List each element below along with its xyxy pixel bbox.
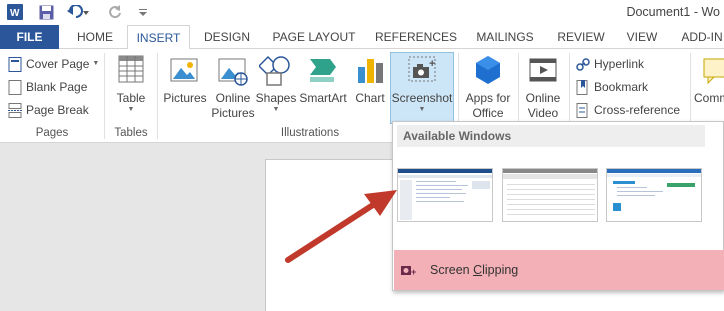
page-break-icon <box>8 102 22 118</box>
window-thumbnail[interactable] <box>502 168 598 222</box>
online-pictures-icon <box>218 58 248 86</box>
group-label-tables: Tables <box>114 127 148 139</box>
chart-button[interactable]: Chart <box>351 53 389 106</box>
tab-references[interactable]: REFERENCES <box>372 25 460 49</box>
cross-reference-label: Cross-reference <box>594 103 681 117</box>
hyperlink-label: Hyperlink <box>594 57 645 71</box>
chart-label: Chart <box>355 91 385 105</box>
shapes-icon <box>259 55 290 86</box>
comment-label: Comm <box>694 91 724 105</box>
screen-clipping-icon: + <box>401 266 416 277</box>
group-separator <box>157 53 158 139</box>
bookmark-icon <box>576 79 588 95</box>
page-break-label: Page Break <box>26 103 89 117</box>
online-video-icon <box>529 58 557 82</box>
tab-add-ins[interactable]: ADD-IN <box>674 25 724 49</box>
cover-page-label: Cover Page <box>26 57 90 71</box>
screenshot-label: Screenshot <box>391 91 453 105</box>
apps-for-office-label-2: Office <box>472 106 504 120</box>
tab-file[interactable]: FILE <box>0 25 59 49</box>
blank-page-icon <box>8 79 22 95</box>
table-button[interactable]: Table ▼ <box>110 53 152 114</box>
apps-for-office-label-1: Apps for <box>465 91 511 105</box>
online-video-label-2: Video <box>527 106 559 120</box>
customize-qat-icon[interactable] <box>136 3 150 21</box>
screen-clipping-label: Screen Clipping <box>430 263 519 277</box>
smartart-button[interactable]: SmartArt <box>297 53 349 106</box>
comment-button[interactable]: Comm <box>694 53 724 106</box>
chart-icon <box>358 59 383 83</box>
smartart-icon <box>310 59 336 82</box>
undo-icon[interactable] <box>66 3 90 21</box>
screenshot-dropdown: Available Windows + Screen Clipping <box>392 121 724 291</box>
screenshot-button[interactable]: + Screenshot ▼ <box>390 52 454 124</box>
online-pictures-label-1: Online <box>215 91 251 105</box>
table-icon <box>118 55 144 83</box>
ribbon-tabs: FILE HOME INSERT DESIGN PAGE LAYOUT REFE… <box>0 25 724 50</box>
hyperlink-button[interactable]: Hyperlink <box>576 54 644 74</box>
redo-icon[interactable] <box>106 3 124 21</box>
apps-store-icon <box>476 56 500 84</box>
cross-reference-button[interactable]: Cross-reference <box>576 100 680 120</box>
group-label-pages: Pages <box>35 127 69 139</box>
bookmark-button[interactable]: Bookmark <box>576 77 648 97</box>
cross-reference-icon <box>576 102 588 118</box>
blank-page-button[interactable]: Blank Page <box>8 77 87 97</box>
svg-text:+: + <box>429 58 435 70</box>
page-break-button[interactable]: Page Break <box>8 100 89 120</box>
online-pictures-label-2: Pictures <box>211 106 255 120</box>
blank-page-label: Blank Page <box>26 80 88 94</box>
smartart-label: SmartArt <box>299 91 347 105</box>
comment-icon <box>703 58 724 85</box>
screen-clipping-item[interactable]: + Screen Clipping <box>394 250 724 290</box>
apps-for-office-button[interactable]: Apps for Office ▼ <box>461 53 515 129</box>
tab-review[interactable]: REVIEW <box>552 25 610 49</box>
online-video-label-1: Online <box>525 91 561 105</box>
title-bar: W Document1 - Wo <box>0 0 724 25</box>
tab-design[interactable]: DESIGN <box>196 25 258 49</box>
screenshot-icon: + <box>408 56 436 82</box>
document-title: Document1 - Wo <box>626 5 720 19</box>
window-thumbnail[interactable] <box>606 168 702 222</box>
pictures-label: Pictures <box>163 91 207 105</box>
tab-mailings[interactable]: MAILINGS <box>468 25 542 49</box>
svg-text:+: + <box>411 267 416 277</box>
pictures-icon <box>170 58 198 82</box>
available-windows-header: Available Windows <box>397 125 705 147</box>
cover-page-icon <box>8 56 22 72</box>
window-thumbnail[interactable] <box>397 168 493 222</box>
tab-insert[interactable]: INSERT <box>127 25 190 50</box>
cover-page-button[interactable]: Cover Page ▼ <box>8 54 99 74</box>
pictures-button[interactable]: Pictures <box>161 53 209 106</box>
bookmark-label: Bookmark <box>594 80 649 94</box>
word-logo-icon: W <box>6 3 24 21</box>
group-label-illustrations: Illustrations <box>280 127 340 139</box>
table-label: Table <box>116 91 146 105</box>
shapes-button[interactable]: Shapes ▼ <box>254 53 298 114</box>
online-video-button[interactable]: Online Video <box>521 53 565 121</box>
svg-text:W: W <box>10 8 20 19</box>
hyperlink-icon <box>576 57 590 71</box>
online-pictures-button[interactable]: Online Pictures <box>209 53 257 121</box>
tab-page-layout[interactable]: PAGE LAYOUT <box>266 25 362 49</box>
group-separator <box>104 53 105 139</box>
shapes-label: Shapes <box>255 91 297 105</box>
tab-home[interactable]: HOME <box>66 25 124 49</box>
save-icon[interactable] <box>37 3 55 21</box>
tab-view[interactable]: VIEW <box>620 25 664 49</box>
